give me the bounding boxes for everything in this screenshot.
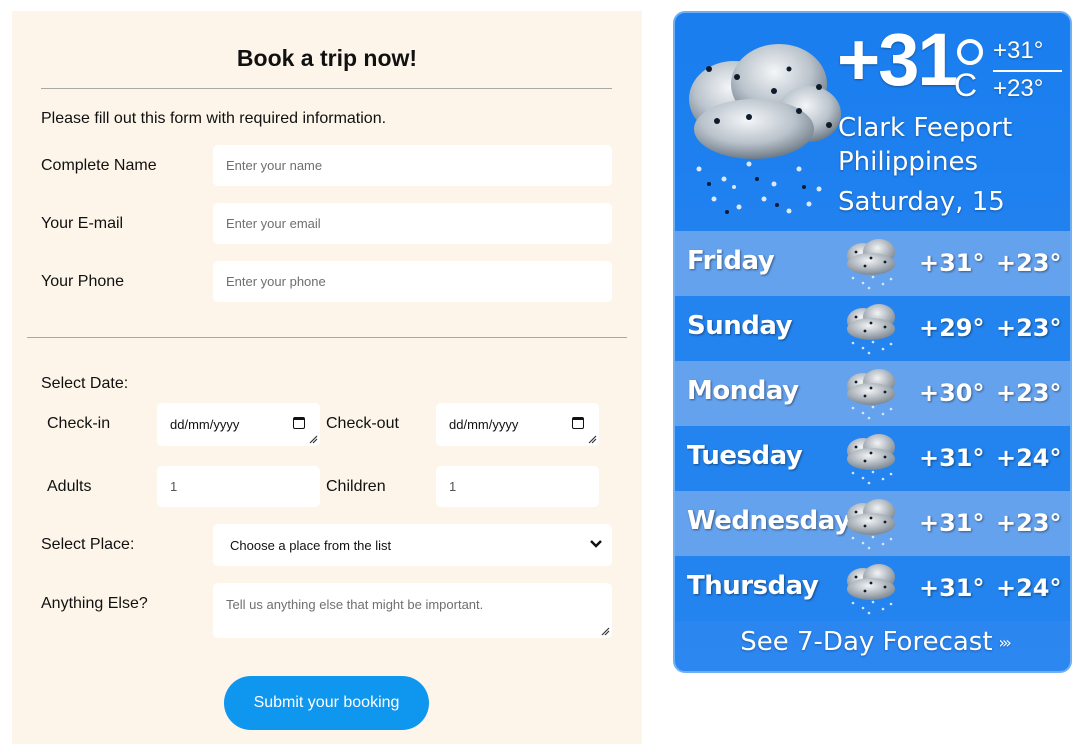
forecast-low: +23° bbox=[996, 249, 1062, 277]
forecast-high: +31° bbox=[919, 574, 985, 602]
divider bbox=[27, 337, 627, 338]
calendar-icon[interactable] bbox=[572, 417, 584, 429]
place-select[interactable]: Choose a place from the list bbox=[213, 524, 612, 566]
form-intro: Please fill out this form with required … bbox=[41, 110, 387, 127]
weather-header: +31 C +31° +23° Clark Feeport Philippine… bbox=[675, 13, 1070, 231]
submit-booking-button[interactable]: Submit your booking bbox=[224, 676, 429, 730]
country-name: Philippines bbox=[838, 147, 979, 177]
resize-grip-icon[interactable] bbox=[587, 434, 597, 444]
forecast-day-name: Thursday bbox=[687, 571, 819, 601]
forecast-low: +24° bbox=[996, 444, 1062, 472]
resize-grip-icon[interactable] bbox=[600, 626, 610, 636]
name-label: Complete Name bbox=[41, 157, 157, 174]
email-input[interactable] bbox=[213, 203, 612, 244]
resize-grip-icon[interactable] bbox=[308, 434, 318, 444]
phone-label: Your Phone bbox=[41, 273, 125, 290]
forecast-low: +24° bbox=[996, 574, 1062, 602]
forecast-day-name: Friday bbox=[687, 246, 775, 276]
forecast-high: +31° bbox=[919, 444, 985, 472]
weather-widget[interactable]: +31 C +31° +23° Clark Feeport Philippine… bbox=[673, 11, 1072, 673]
rain-cloud-icon bbox=[841, 366, 903, 427]
textarea-placeholder: Tell us anything else that might be impo… bbox=[226, 597, 484, 612]
booking-form: Book a trip now! Please fill out this fo… bbox=[12, 11, 642, 744]
more-arrows-icon: ››› bbox=[998, 633, 1012, 652]
forecast-day-name: Monday bbox=[687, 376, 799, 406]
forecast-day-name: Tuesday bbox=[687, 441, 803, 471]
current-date: Saturday, 15 bbox=[838, 187, 1005, 217]
checkout-date-input[interactable]: dd/mm/yyyy bbox=[436, 403, 599, 446]
forecast-day-name: Sunday bbox=[687, 311, 793, 341]
place-select-value: Choose a place from the list bbox=[230, 537, 392, 553]
forecast-row[interactable]: Thursday +31° +24° bbox=[675, 556, 1070, 622]
phone-input[interactable] bbox=[213, 261, 612, 302]
see-more-label: See 7-Day Forecast bbox=[740, 627, 993, 657]
place-label: Select Place: bbox=[41, 536, 135, 553]
email-label: Your E-mail bbox=[41, 215, 124, 232]
forecast-high: +30° bbox=[919, 379, 985, 407]
today-low: +23° bbox=[993, 75, 1044, 102]
city-name: Clark Feeport bbox=[838, 113, 1013, 143]
divider bbox=[993, 70, 1062, 72]
children-input[interactable]: 1 bbox=[436, 466, 599, 507]
degree-symbol bbox=[957, 39, 983, 65]
current-temperature: +31 bbox=[837, 18, 959, 101]
forecast-high: +31° bbox=[919, 249, 985, 277]
forecast-low: +23° bbox=[996, 379, 1062, 407]
forecast-row[interactable]: Sunday +29° +23° bbox=[675, 296, 1070, 362]
temperature-unit: C bbox=[954, 67, 978, 103]
forecast-row[interactable]: Tuesday +31° +24° bbox=[675, 426, 1070, 492]
adults-value: 1 bbox=[170, 479, 178, 494]
checkin-date-value: dd/mm/yyyy bbox=[170, 417, 240, 432]
rain-cloud-icon bbox=[841, 301, 903, 362]
children-value: 1 bbox=[449, 479, 457, 494]
rain-cloud-icon bbox=[689, 44, 841, 214]
today-high: +31° bbox=[993, 37, 1044, 64]
forecast-high: +29° bbox=[919, 314, 985, 342]
forecast-high: +31° bbox=[919, 509, 985, 537]
checkin-label: Check-in bbox=[47, 415, 111, 432]
adults-input[interactable]: 1 bbox=[157, 466, 320, 507]
forecast-low: +23° bbox=[996, 509, 1062, 537]
see-7-day-forecast-link[interactable]: See 7-Day Forecast ››› bbox=[675, 627, 1070, 657]
children-label: Children bbox=[326, 478, 386, 495]
rain-cloud-icon bbox=[841, 561, 903, 622]
checkout-label: Check-out bbox=[326, 415, 399, 432]
forecast-row[interactable]: Friday +31° +23° bbox=[675, 231, 1070, 297]
form-title: Book a trip now! bbox=[236, 45, 418, 71]
forecast-row[interactable]: Monday +30° +23° bbox=[675, 361, 1070, 427]
rain-cloud-icon bbox=[841, 431, 903, 492]
adults-label: Adults bbox=[47, 478, 92, 495]
name-input[interactable] bbox=[213, 145, 612, 186]
checkout-date-value: dd/mm/yyyy bbox=[449, 417, 519, 432]
select-date-label: Select Date: bbox=[41, 375, 129, 392]
checkin-date-input[interactable]: dd/mm/yyyy bbox=[157, 403, 320, 446]
anything-else-textarea[interactable]: Tell us anything else that might be impo… bbox=[213, 583, 612, 638]
divider bbox=[41, 88, 612, 89]
forecast-low: +23° bbox=[996, 314, 1062, 342]
rain-cloud-icon bbox=[841, 236, 903, 297]
rain-cloud-icon bbox=[841, 496, 903, 557]
forecast-row[interactable]: Wednesday +31° +23° bbox=[675, 491, 1070, 557]
calendar-icon[interactable] bbox=[293, 417, 305, 429]
anything-else-label: Anything Else? bbox=[41, 595, 148, 612]
chevron-down-icon bbox=[590, 540, 602, 548]
forecast-day-name: Wednesday bbox=[687, 506, 851, 536]
